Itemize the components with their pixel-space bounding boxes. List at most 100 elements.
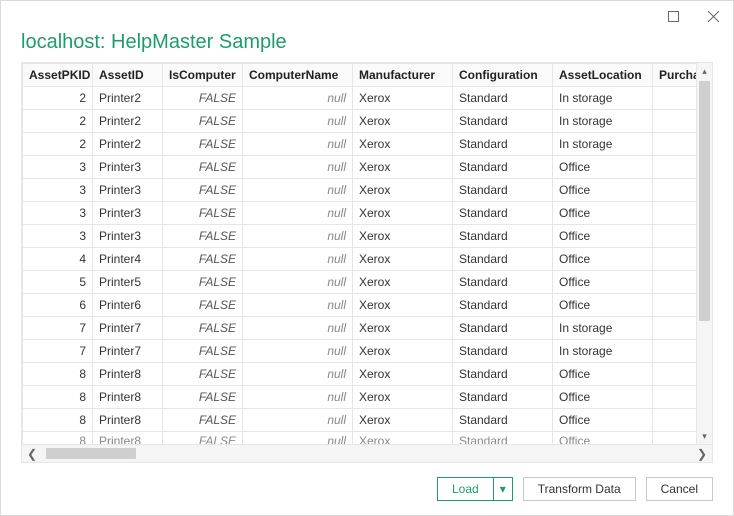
table-cell[interactable]: Xerox (353, 271, 453, 294)
table-cell[interactable]: 8 (23, 363, 93, 386)
table-cell[interactable]: Office (553, 271, 653, 294)
table-cell[interactable]: null (243, 432, 353, 445)
table-cell[interactable] (653, 156, 697, 179)
table-cell[interactable] (653, 271, 697, 294)
horizontal-scroll-track[interactable] (42, 445, 692, 462)
table-row[interactable]: 6Printer6FALSEnullXeroxStandardOffice (23, 294, 697, 317)
col-header[interactable]: ComputerName (243, 64, 353, 87)
table-cell[interactable]: Office (553, 225, 653, 248)
table-cell[interactable]: Office (553, 156, 653, 179)
table-cell[interactable]: Xerox (353, 386, 453, 409)
table-cell[interactable]: 2 (23, 110, 93, 133)
table-cell[interactable]: Standard (453, 156, 553, 179)
table-cell[interactable]: FALSE (163, 248, 243, 271)
table-cell[interactable]: Xerox (353, 248, 453, 271)
table-row[interactable]: 3Printer3FALSEnullXeroxStandardOffice (23, 225, 697, 248)
table-cell[interactable]: Office (553, 409, 653, 432)
table-cell[interactable]: null (243, 202, 353, 225)
load-button[interactable]: Load (437, 477, 494, 501)
table-cell[interactable] (653, 340, 697, 363)
table-cell[interactable] (653, 225, 697, 248)
table-cell[interactable]: Xerox (353, 87, 453, 110)
table-cell[interactable]: 3 (23, 225, 93, 248)
table-cell[interactable] (653, 432, 697, 445)
table-cell[interactable]: FALSE (163, 179, 243, 202)
col-header[interactable]: Configuration (453, 64, 553, 87)
table-row[interactable]: 2Printer2FALSEnullXeroxStandardIn storag… (23, 110, 697, 133)
table-cell[interactable]: In storage (553, 133, 653, 156)
table-cell[interactable]: Standard (453, 409, 553, 432)
load-dropdown-caret[interactable]: ▾ (494, 477, 513, 501)
table-cell[interactable] (653, 133, 697, 156)
table-cell[interactable]: Xerox (353, 156, 453, 179)
table-cell[interactable]: Printer3 (93, 225, 163, 248)
close-button[interactable] (699, 5, 727, 27)
table-cell[interactable]: Xerox (353, 409, 453, 432)
table-row[interactable]: 8Printer8FALSEnullXeroxStandardOffice (23, 409, 697, 432)
table-cell[interactable]: 6 (23, 294, 93, 317)
table-cell[interactable]: Office (553, 363, 653, 386)
table-cell[interactable]: Printer3 (93, 179, 163, 202)
table-cell[interactable]: Printer5 (93, 271, 163, 294)
table-row[interactable]: 2Printer2FALSEnullXeroxStandardIn storag… (23, 87, 697, 110)
data-table[interactable]: AssetPKID AssetID IsComputer ComputerNam… (22, 63, 696, 444)
table-cell[interactable]: Standard (453, 386, 553, 409)
table-cell[interactable]: FALSE (163, 294, 243, 317)
table-cell[interactable]: null (243, 225, 353, 248)
table-cell[interactable]: Xerox (353, 363, 453, 386)
table-cell[interactable]: null (243, 87, 353, 110)
table-cell[interactable]: null (243, 363, 353, 386)
col-header[interactable]: Purchase (653, 64, 697, 87)
table-cell[interactable]: null (243, 294, 353, 317)
table-cell[interactable]: 4 (23, 248, 93, 271)
cancel-button[interactable]: Cancel (646, 477, 713, 501)
table-cell[interactable]: 2 (23, 133, 93, 156)
table-cell[interactable]: Standard (453, 294, 553, 317)
table-cell[interactable]: Office (553, 179, 653, 202)
table-cell[interactable]: In storage (553, 110, 653, 133)
table-cell[interactable]: Printer2 (93, 133, 163, 156)
table-cell[interactable]: Xerox (353, 340, 453, 363)
table-cell[interactable]: null (243, 179, 353, 202)
vertical-scrollbar[interactable]: ▴ ▾ (696, 63, 712, 444)
table-row[interactable]: 4Printer4FALSEnullXeroxStandardOffice (23, 248, 697, 271)
table-cell[interactable]: Standard (453, 202, 553, 225)
table-row[interactable]: 3Printer3FALSEnullXeroxStandardOffice (23, 202, 697, 225)
table-cell[interactable]: Xerox (353, 110, 453, 133)
table-cell[interactable]: 3 (23, 179, 93, 202)
table-cell[interactable]: Standard (453, 248, 553, 271)
table-cell[interactable]: Xerox (353, 317, 453, 340)
table-cell[interactable]: FALSE (163, 156, 243, 179)
table-cell[interactable] (653, 179, 697, 202)
table-cell[interactable]: FALSE (163, 202, 243, 225)
table-cell[interactable]: Xerox (353, 432, 453, 445)
scroll-up-arrow-icon[interactable]: ▴ (697, 63, 712, 79)
table-cell[interactable]: FALSE (163, 133, 243, 156)
table-cell[interactable]: Standard (453, 179, 553, 202)
table-cell[interactable]: null (243, 271, 353, 294)
table-cell[interactable]: null (243, 340, 353, 363)
table-cell[interactable]: 7 (23, 340, 93, 363)
table-row[interactable]: 2Printer2FALSEnullXeroxStandardIn storag… (23, 133, 697, 156)
table-cell[interactable]: null (243, 409, 353, 432)
table-cell[interactable]: Xerox (353, 179, 453, 202)
table-cell[interactable]: Printer8 (93, 409, 163, 432)
table-cell[interactable]: Standard (453, 133, 553, 156)
table-row[interactable]: 8Printer8FALSEnullXeroxStandardOffice (23, 363, 697, 386)
table-cell[interactable]: Standard (453, 110, 553, 133)
table-cell[interactable] (653, 202, 697, 225)
table-cell[interactable]: FALSE (163, 225, 243, 248)
table-cell[interactable]: 2 (23, 87, 93, 110)
table-cell[interactable]: In storage (553, 87, 653, 110)
table-cell[interactable]: 8 (23, 432, 93, 445)
table-cell[interactable]: Printer2 (93, 110, 163, 133)
table-cell[interactable]: Office (553, 386, 653, 409)
table-cell[interactable]: Printer8 (93, 363, 163, 386)
table-cell[interactable]: FALSE (163, 110, 243, 133)
maximize-button[interactable] (659, 5, 687, 27)
horizontal-scrollbar[interactable]: ❮ ❯ (21, 445, 713, 463)
table-row[interactable]: 7Printer7FALSEnullXeroxStandardIn storag… (23, 317, 697, 340)
transform-data-button[interactable]: Transform Data (523, 477, 636, 501)
table-cell[interactable]: FALSE (163, 87, 243, 110)
table-cell[interactable] (653, 87, 697, 110)
